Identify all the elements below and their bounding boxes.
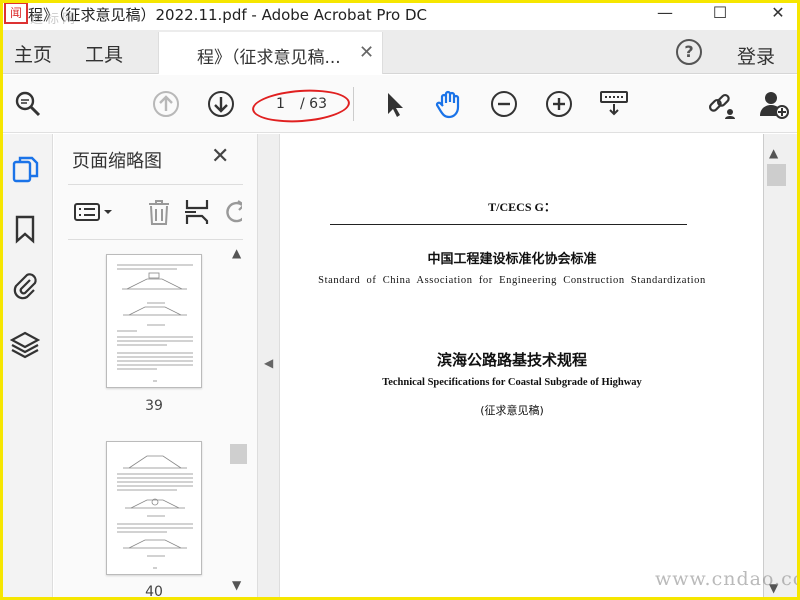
- bookmark-icon[interactable]: [10, 214, 40, 244]
- header-rule: [330, 224, 687, 225]
- maximize-button[interactable]: ☐: [705, 2, 735, 24]
- page-up-icon[interactable]: [150, 88, 182, 120]
- hand-tool-icon[interactable]: [433, 88, 465, 120]
- minimize-button[interactable]: —: [650, 2, 680, 24]
- document-view[interactable]: T/CECS G： 中国工程建设标准化协会标准 Standard of Chin…: [280, 134, 800, 600]
- page-thumbnail[interactable]: [106, 441, 202, 575]
- keyboard-icon[interactable]: [598, 88, 630, 120]
- insert-page-icon[interactable]: [182, 197, 212, 227]
- thumbnail-tools: [68, 184, 243, 240]
- add-user-icon[interactable]: [758, 88, 790, 120]
- standard-code: T/CECS G：: [488, 200, 556, 214]
- thumbnail-page-number: 40: [145, 584, 163, 600]
- menu-tools[interactable]: 工具: [85, 40, 123, 67]
- page-thumbnails-icon[interactable]: [10, 154, 40, 184]
- document-tab-label: 程》（征求意见稿...: [197, 48, 341, 68]
- scrollbar-thumb[interactable]: [767, 164, 786, 186]
- rotate-page-icon[interactable]: [220, 197, 242, 227]
- zoom-out-icon[interactable]: [488, 88, 520, 120]
- help-icon[interactable]: ?: [676, 39, 702, 65]
- document-title-en: Technical Specifications for Coastal Sub…: [382, 377, 642, 388]
- document-tab[interactable]: 程》（征求意见稿... ✕: [158, 32, 383, 74]
- login-button[interactable]: 登录: [737, 42, 775, 69]
- window-title: 程》（征求意见稿）2022.11.pdf - Adobe Acrobat Pro…: [28, 6, 427, 24]
- options-menu-icon[interactable]: [72, 197, 116, 227]
- close-panel-icon[interactable]: ✕: [211, 144, 229, 169]
- page-down-icon[interactable]: [205, 88, 237, 120]
- scroll-down-icon[interactable]: ▼: [232, 578, 241, 592]
- watermark-url: www.cndao.com: [655, 568, 800, 590]
- share-link-icon[interactable]: [705, 88, 737, 120]
- zoom-in-icon[interactable]: [543, 88, 575, 120]
- menu-tab-bar: 主页 工具 程》（征求意见稿... ✕ ? 登录: [0, 30, 800, 74]
- watermark-text: 道标网: [30, 12, 79, 27]
- title-bar: 程》（征求意见稿）2022.11.pdf - Adobe Acrobat Pro…: [0, 0, 800, 28]
- layers-icon[interactable]: [9, 330, 41, 360]
- collapse-arrow-icon[interactable]: ◀: [264, 356, 273, 370]
- delete-page-icon[interactable]: [144, 197, 174, 227]
- scrollbar-thumb[interactable]: [230, 444, 247, 464]
- scroll-up-icon[interactable]: ▲: [769, 146, 778, 160]
- scroll-up-icon[interactable]: ▲: [232, 246, 241, 260]
- watermark-logo: 闻: [4, 2, 28, 24]
- draft-note: (征求意见稿): [480, 404, 544, 417]
- search-icon[interactable]: [12, 88, 44, 120]
- select-cursor-icon[interactable]: [378, 88, 410, 120]
- close-window-button[interactable]: ✕: [763, 2, 793, 24]
- association-title-cn: 中国工程建设标准化协会标准: [427, 252, 597, 267]
- association-title-en: Standard of China Association for Engine…: [318, 275, 706, 286]
- document-title-cn: 滨海公路路基技术规程: [436, 351, 587, 369]
- navigation-rail: [0, 134, 53, 600]
- attachment-icon[interactable]: [10, 270, 40, 300]
- close-tab-icon[interactable]: ✕: [359, 42, 374, 63]
- document-scrollbar[interactable]: ▲ ▼: [764, 134, 800, 600]
- toolbar-divider: [353, 87, 354, 121]
- menu-home[interactable]: 主页: [14, 40, 52, 67]
- pdf-page: T/CECS G： 中国工程建设标准化协会标准 Standard of Chin…: [280, 134, 764, 600]
- panel-title: 页面缩略图: [72, 151, 162, 172]
- page-thumbnail[interactable]: [106, 254, 202, 388]
- thumbnail-page-number: 39: [145, 398, 163, 414]
- thumbnails-scrollbar[interactable]: ▲ ▼: [228, 246, 248, 596]
- thumbnails-panel: 页面缩略图 ✕ 39 40 ▲ ▼: [54, 134, 258, 600]
- panel-collapse-handle[interactable]: ◀: [258, 134, 280, 600]
- toolbar: 1 / 63: [0, 75, 800, 133]
